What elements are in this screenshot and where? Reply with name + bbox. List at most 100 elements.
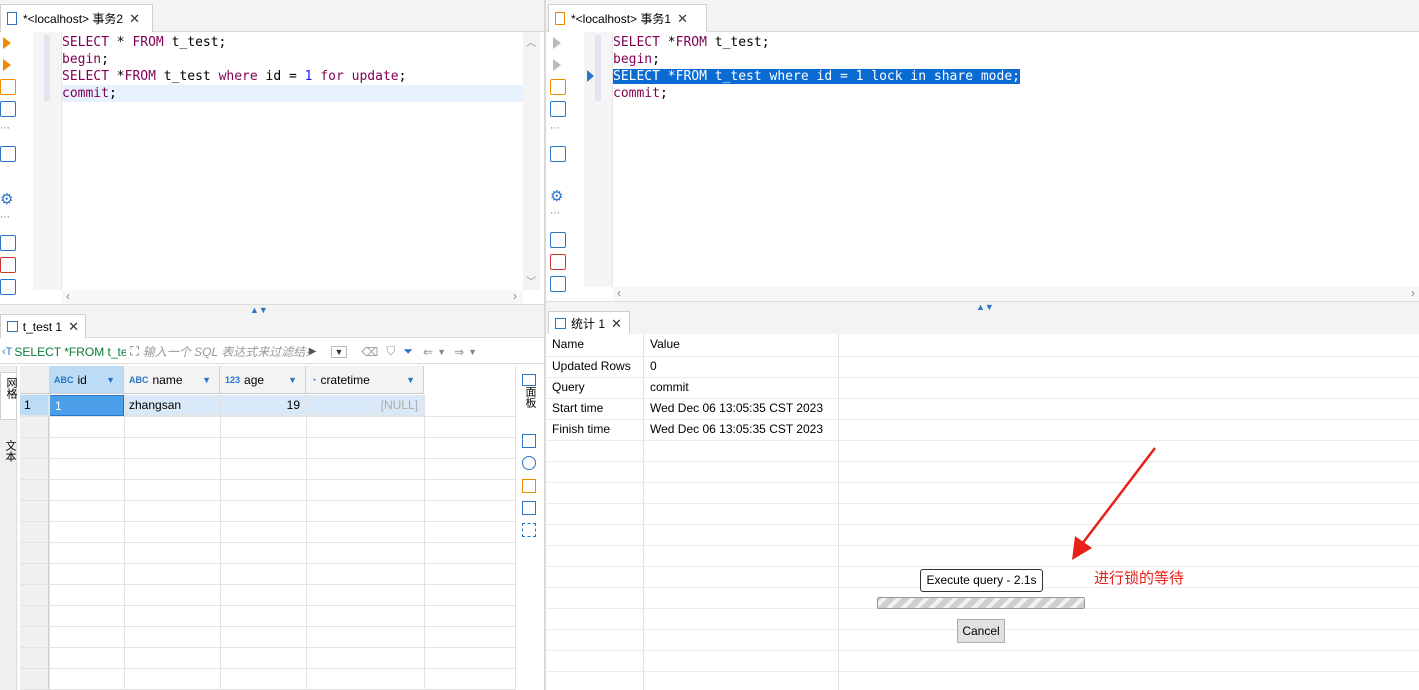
close-icon[interactable]: ✕ — [68, 319, 79, 335]
load-plan-icon[interactable] — [0, 101, 16, 117]
column-header-label: age — [244, 372, 265, 387]
tab-grid-view[interactable]: 网格 — [0, 372, 17, 420]
grid-cell-age[interactable]: 19 — [220, 395, 306, 416]
back-dropdown-icon[interactable]: ▼ — [437, 347, 446, 357]
stats-row-line — [546, 524, 1419, 525]
grid-row-line — [20, 626, 515, 627]
expand-icon[interactable]: ⛶ — [130, 344, 138, 359]
grid-cell-cratetime[interactable]: [NULL] — [306, 395, 424, 416]
import-icon[interactable] — [0, 257, 16, 273]
left-editor-vscrollbar[interactable]: ︿ ﹀ — [523, 32, 540, 290]
filter-input[interactable]: 输入一个 SQL 表达式来过滤结果 — [143, 343, 309, 360]
grid-side-panel: 面板 — [515, 366, 544, 690]
scroll-down-icon[interactable]: ﹀ — [526, 273, 536, 288]
sort-dropdown-icon[interactable]: ▼ — [406, 375, 415, 385]
record-view-icon[interactable] — [522, 501, 536, 515]
explain-plan-icon[interactable] — [550, 79, 566, 95]
grid-col-line — [49, 394, 50, 690]
dropdown-chevron-icon[interactable]: ▼ — [330, 345, 348, 358]
panels-toggle[interactable]: 面板 — [522, 374, 538, 411]
import-icon[interactable] — [550, 254, 566, 270]
sort-dropdown-icon[interactable]: ▼ — [202, 375, 211, 385]
crosshair-icon[interactable] — [522, 456, 536, 470]
close-icon[interactable]: ✕ — [611, 316, 622, 332]
column-header-cratetime[interactable]: ◔ cratetime ▼ — [306, 366, 424, 394]
eraser-icon[interactable]: ⌫ — [361, 345, 378, 359]
format-icon[interactable] — [550, 276, 566, 292]
stats-cell: Start time — [552, 401, 604, 415]
grid-cell-name[interactable]: zhangsan — [124, 395, 220, 416]
right-sql-editor[interactable]: SELECT *FROM t_test; begin; SELECT *FROM t… — [613, 32, 1419, 287]
tab-transaction-2[interactable]: *<localhost> 事务2 ✕ — [0, 4, 153, 32]
grid-row-line — [20, 563, 515, 564]
grid-row-line — [20, 437, 515, 438]
left-splitter[interactable]: ▲▼ — [0, 304, 544, 315]
scroll-up-icon[interactable]: ︿ — [526, 34, 536, 49]
right-editor-change-marker — [595, 35, 601, 101]
column-header-name[interactable]: ABC name ▼ — [124, 366, 220, 394]
tab-results-t-test-1[interactable]: t_test 1 ✕ — [0, 314, 86, 338]
terminal-icon[interactable] — [0, 146, 16, 162]
left-editor-toolbar: ⋯ ⚙ ⋯ — [0, 32, 18, 302]
close-icon[interactable]: ✕ — [129, 11, 140, 27]
sort-dropdown-icon[interactable]: ▼ — [288, 375, 297, 385]
code-token: t_test; — [163, 35, 227, 50]
right-splitter[interactable]: ▲▼ — [546, 301, 1419, 312]
stats-row-line — [546, 650, 1419, 651]
grid-layout-icon[interactable] — [522, 434, 536, 448]
scroll-right-icon[interactable]: › — [1411, 286, 1415, 300]
table-calc-icon[interactable] — [522, 479, 536, 493]
stats-cell: Query — [552, 380, 585, 394]
explain-plan-icon[interactable] — [0, 79, 16, 95]
terminal-icon[interactable] — [550, 146, 566, 162]
grid-cell-id[interactable]: 1 — [49, 395, 124, 416]
row-number[interactable]: 1 — [20, 395, 49, 416]
code-token: * — [659, 35, 676, 50]
filter-icon[interactable]: ⏷ — [403, 344, 413, 359]
column-header-id[interactable]: ABC id ▼ — [49, 366, 124, 394]
execute-script-icon[interactable] — [0, 57, 16, 73]
tab-stats-1[interactable]: 统计 1 ✕ — [548, 311, 630, 335]
code-token: FROM — [124, 69, 156, 84]
execute-statement-icon[interactable] — [550, 35, 566, 51]
tab-text-view[interactable]: 文本 — [0, 438, 17, 484]
filter-bar: ‹T SELECT *FROM t_te ⛶ 输入一个 SQL 表达式来过滤结果… — [0, 340, 544, 364]
forward-dropdown-icon[interactable]: ▼ — [468, 347, 477, 357]
scroll-left-icon[interactable]: ‹ — [66, 289, 70, 303]
close-icon[interactable]: ✕ — [677, 11, 688, 27]
forward-icon[interactable]: ⇒ — [454, 345, 464, 359]
filter-settings-icon[interactable]: ⛉ — [386, 344, 395, 359]
export-icon[interactable] — [0, 235, 16, 251]
column-header-age[interactable]: 123 age ▼ — [220, 366, 306, 394]
format-icon[interactable] — [0, 279, 16, 295]
columns-icon[interactable] — [522, 523, 536, 537]
filter-source-sql[interactable]: SELECT *FROM t_te — [14, 345, 126, 359]
execute-script-icon[interactable] — [550, 57, 566, 73]
filter-history-icon[interactable]: ▶ — [309, 346, 317, 357]
sort-dropdown-icon[interactable]: ▼ — [106, 375, 115, 385]
scroll-right-icon[interactable]: › — [513, 289, 517, 303]
sql-file-icon — [7, 12, 17, 25]
separator-dots-icon: ⋯ — [550, 208, 560, 219]
export-icon[interactable] — [550, 232, 566, 248]
load-plan-icon[interactable] — [550, 101, 566, 117]
sql-file-icon — [555, 12, 565, 25]
code-line: SELECT *FROM t_test where id = 1 for upd… — [62, 68, 406, 85]
gear-icon[interactable]: ⚙ — [0, 190, 16, 208]
table-icon — [7, 321, 18, 332]
gear-icon[interactable]: ⚙ — [550, 187, 566, 205]
left-editor-hscrollbar[interactable]: ‹ › — [62, 289, 523, 304]
cancel-button[interactable]: Cancel — [957, 619, 1005, 643]
back-icon[interactable]: ⇐ — [423, 345, 433, 359]
left-sql-editor[interactable]: SELECT * FROM t_test; begin; SELECT *FROM … — [62, 32, 523, 290]
right-editor-hscrollbar[interactable]: ‹ › — [613, 286, 1419, 301]
tab-transaction-1[interactable]: *<localhost> 事务1 ✕ — [548, 4, 707, 32]
annotation-arrow — [1072, 447, 1156, 560]
scroll-left-icon[interactable]: ‹ — [617, 286, 621, 300]
grid-row-line — [20, 458, 515, 459]
grid-row-line — [20, 521, 515, 522]
code-line: begin; — [613, 51, 660, 68]
execute-statement-icon[interactable] — [0, 35, 16, 51]
tab-transaction-2-label: *<localhost> 事务2 — [23, 12, 124, 26]
